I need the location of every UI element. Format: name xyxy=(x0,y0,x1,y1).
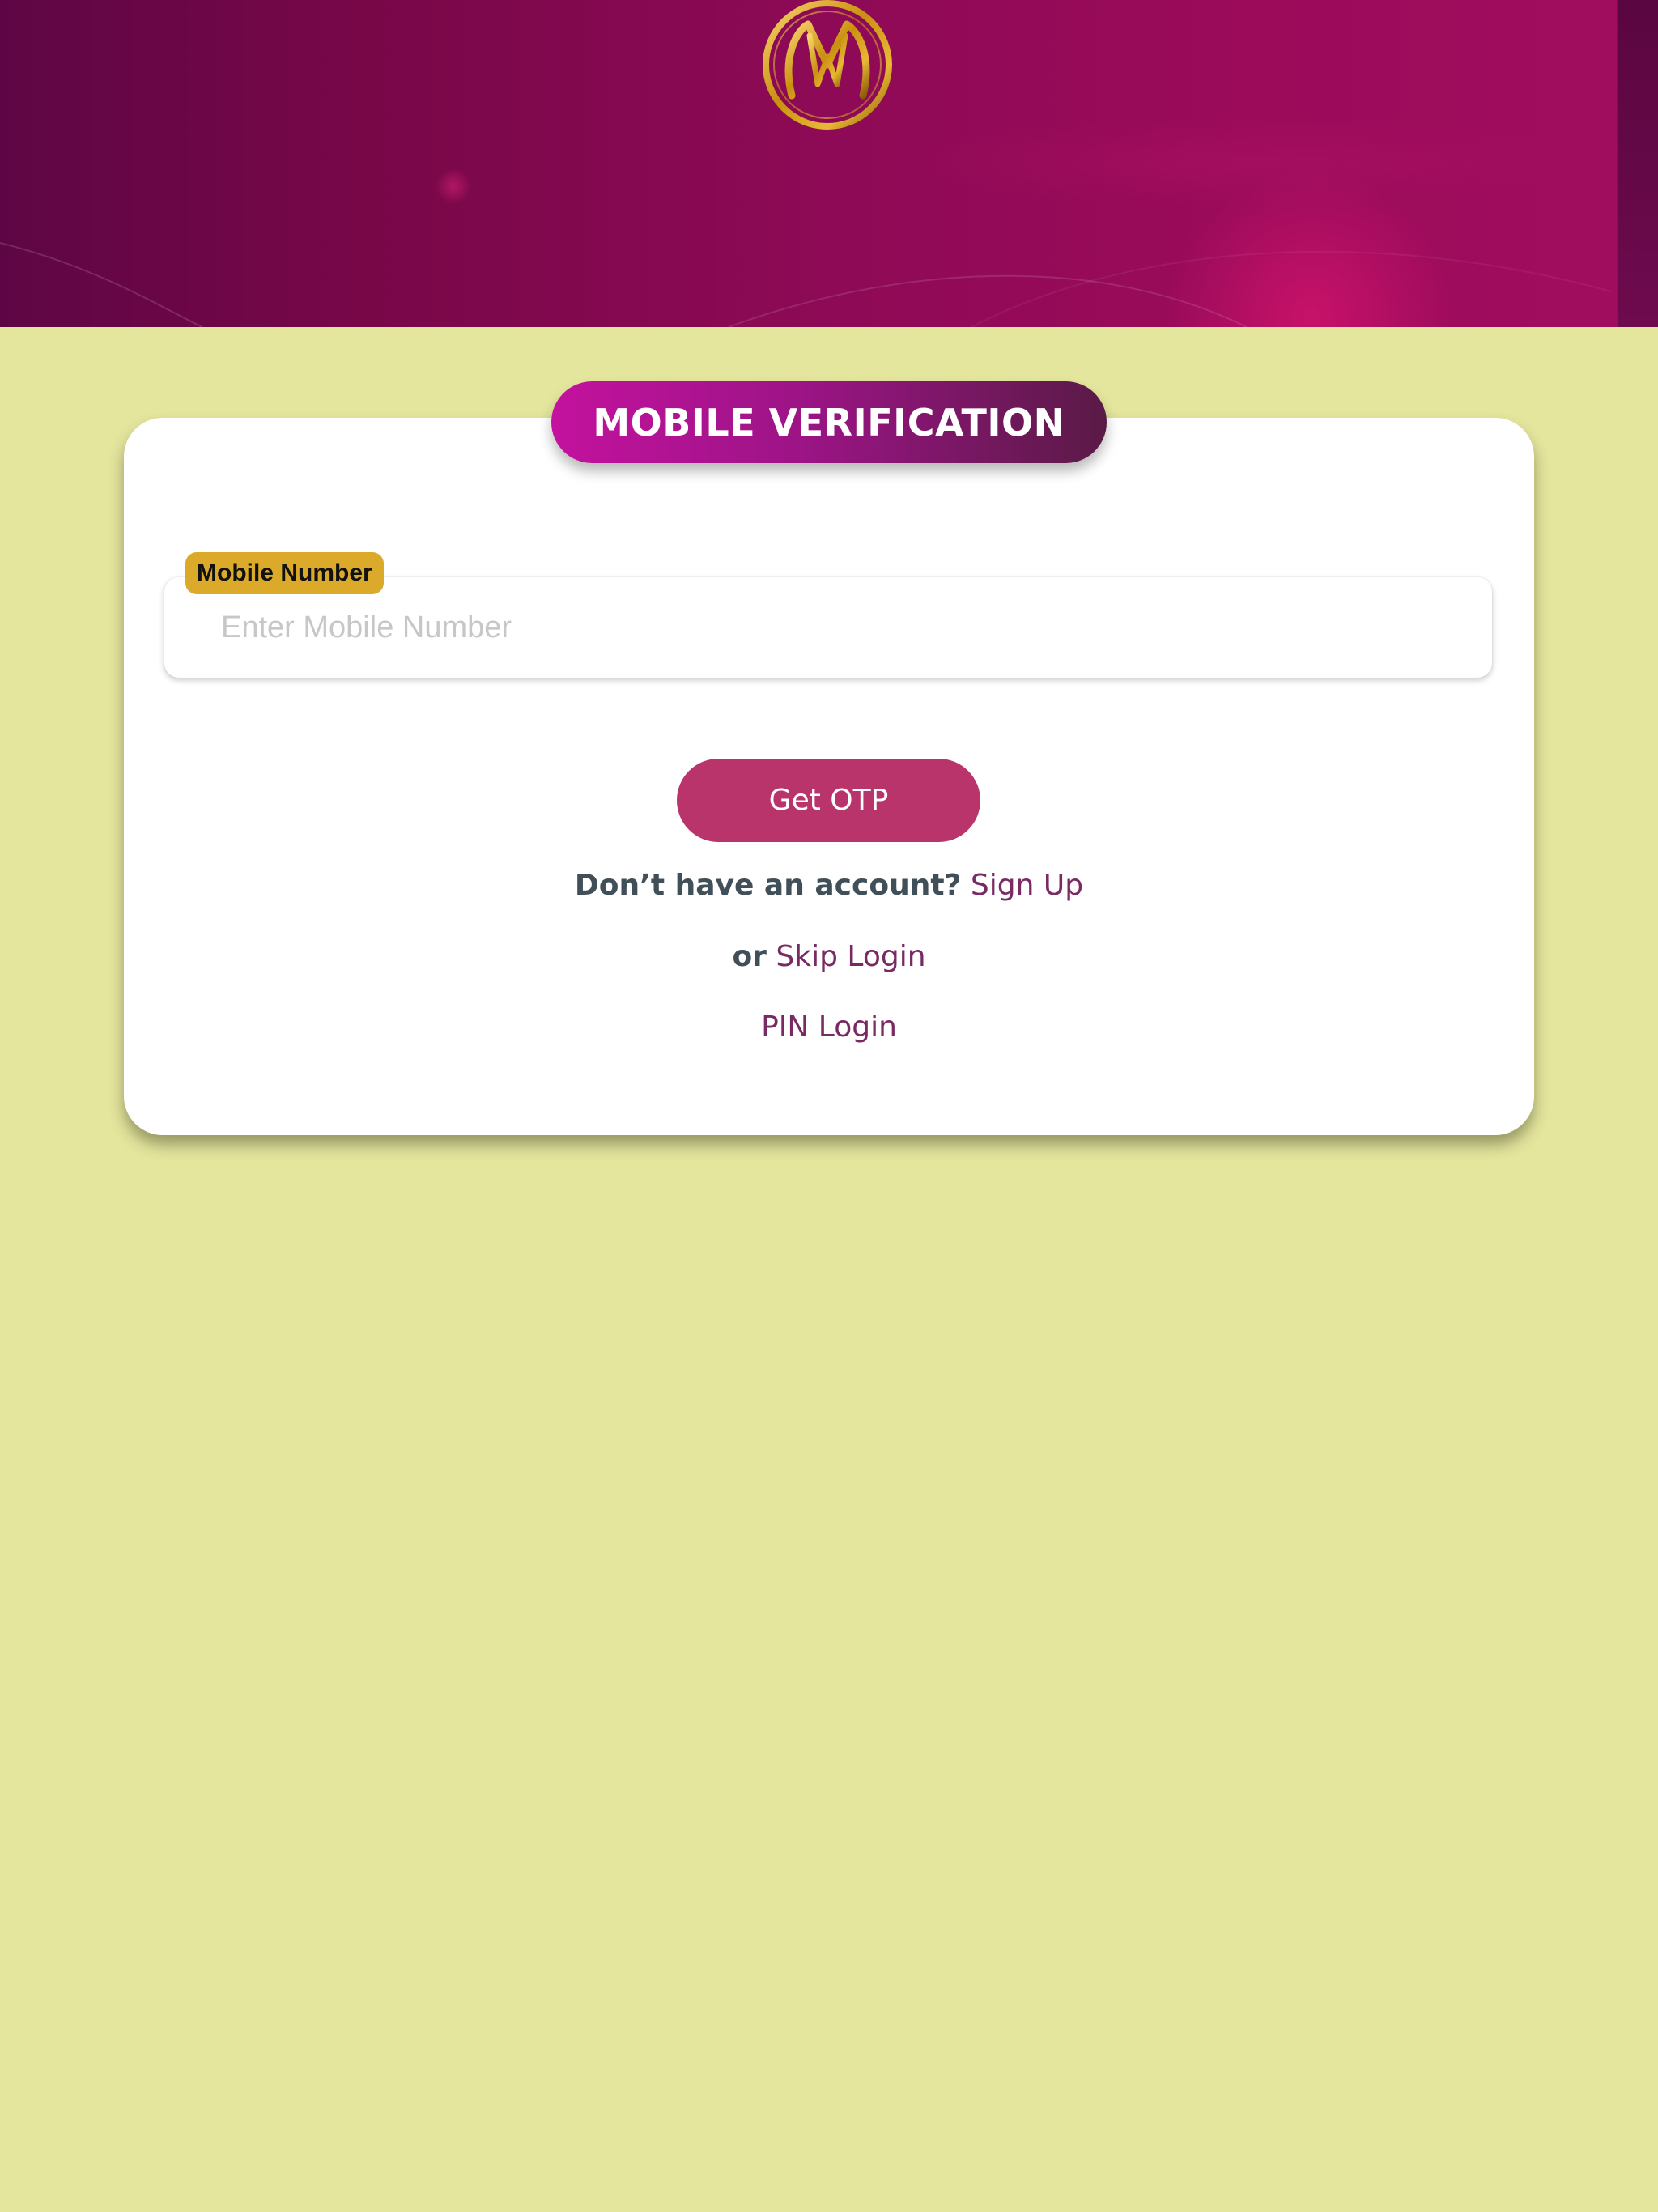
skip-login-link[interactable]: Skip Login xyxy=(776,940,925,973)
header-right-strip xyxy=(1617,0,1658,327)
pin-login-row: PIN Login xyxy=(124,1010,1534,1044)
sign-up-link[interactable]: Sign Up xyxy=(971,869,1083,902)
no-account-text: Don’t have an account? xyxy=(574,869,962,902)
signup-prompt: Don’t have an account? Sign Up xyxy=(124,869,1534,902)
or-text: or xyxy=(732,940,767,973)
header-banner xyxy=(0,0,1658,327)
pin-login-link[interactable]: PIN Login xyxy=(761,1010,897,1044)
get-otp-button[interactable]: Get OTP xyxy=(677,759,980,842)
gold-ring-m-logo-icon xyxy=(763,0,892,130)
page-title: MOBILE VERIFICATION xyxy=(551,381,1107,463)
mobile-number-input[interactable] xyxy=(221,577,1468,678)
mobile-number-label: Mobile Number xyxy=(185,552,384,594)
skip-login-prompt: or Skip Login xyxy=(124,940,1534,973)
